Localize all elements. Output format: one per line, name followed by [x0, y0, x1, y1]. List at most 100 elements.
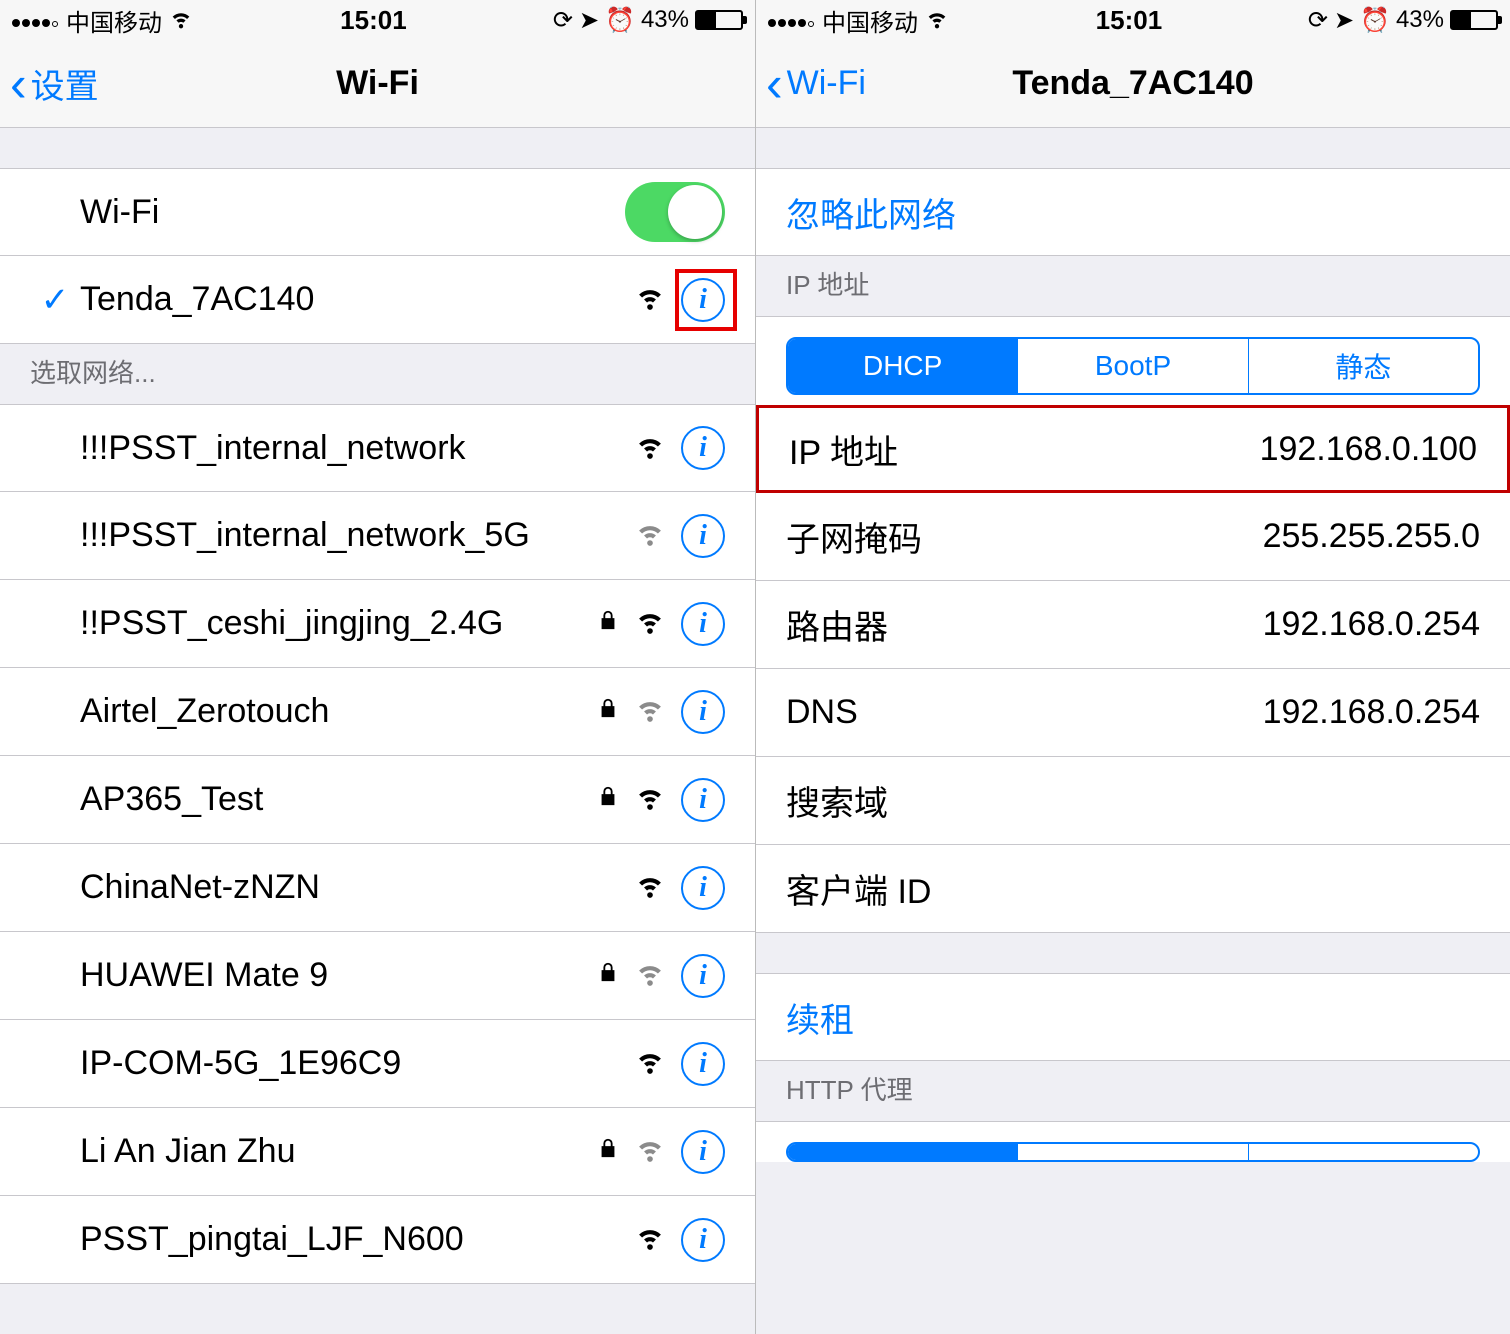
seg-static[interactable]: 静态 [1248, 339, 1478, 393]
lock-icon [597, 604, 619, 643]
wifi-signal-icon [633, 866, 667, 909]
info-icon[interactable]: i [681, 602, 725, 646]
wifi-signal-icon [633, 602, 667, 645]
battery-pct: 43% [1396, 6, 1444, 34]
page-title: Wi-Fi [336, 64, 419, 103]
network-name: AP365_Test [80, 780, 597, 819]
subnet-mask-label: 子网掩码 [786, 512, 1263, 561]
wifi-signal-icon [633, 778, 667, 821]
back-button[interactable]: ‹ Wi-Fi [766, 64, 866, 103]
info-icon[interactable]: i [681, 426, 725, 470]
nav-bar: ‹ 设置 Wi-Fi [0, 40, 755, 128]
lock-icon [597, 956, 619, 995]
info-icon[interactable]: i [681, 1130, 725, 1174]
carrier-label: 中国移动 [822, 3, 918, 38]
info-icon[interactable]: i [681, 778, 725, 822]
wifi-status-icon [168, 4, 194, 37]
seg-proxy-auto[interactable] [1248, 1144, 1478, 1160]
renew-lease-label: 续租 [786, 993, 1480, 1042]
info-icon[interactable]: i [681, 1218, 725, 1262]
info-icon[interactable]: i [681, 690, 725, 734]
wifi-detail-screen: 中国移动 15:01 ⟳ ➤ ⏰ 43% ‹ Wi-Fi Tenda_7AC14… [755, 0, 1510, 1334]
chevron-left-icon: ‹ [10, 69, 27, 99]
back-label: 设置 [31, 59, 99, 108]
network-row[interactable]: HUAWEI Mate 9 i [0, 932, 755, 1020]
clock: 15:01 [340, 5, 407, 36]
client-id-row[interactable]: 客户端 ID [756, 845, 1510, 933]
lock-icon [597, 692, 619, 731]
carrier-label: 中国移动 [66, 3, 162, 38]
info-icon[interactable]: i [681, 514, 725, 558]
dns-label: DNS [786, 693, 1263, 732]
wifi-signal-icon [633, 427, 667, 470]
info-icon[interactable]: i [681, 278, 725, 322]
renew-lease-row[interactable]: 续租 [756, 973, 1510, 1061]
chevron-left-icon: ‹ [766, 69, 783, 99]
network-row[interactable]: IP-COM-5G_1E96C9 i [0, 1020, 755, 1108]
forget-network-row[interactable]: 忽略此网络 [756, 168, 1510, 256]
network-row[interactable]: PSST_pingtai_LJF_N600 i [0, 1196, 755, 1284]
network-list: !!!PSST_internal_network i !!!PSST_inter… [0, 404, 755, 1334]
page-title: Tenda_7AC140 [1012, 64, 1253, 103]
lock-icon [597, 780, 619, 819]
seg-dhcp[interactable]: DHCP [788, 339, 1017, 393]
network-name: HUAWEI Mate 9 [80, 956, 597, 995]
network-row[interactable]: !!!PSST_internal_network_5G i [0, 492, 755, 580]
router-row[interactable]: 路由器 192.168.0.254 [756, 581, 1510, 669]
wifi-signal-icon [633, 1130, 667, 1173]
location-icon: ➤ [1334, 6, 1354, 35]
seg-bootp[interactable]: BootP [1017, 339, 1247, 393]
info-icon[interactable]: i [681, 866, 725, 910]
rotation-lock-icon: ⟳ [1308, 6, 1328, 35]
network-name: IP-COM-5G_1E96C9 [80, 1044, 633, 1083]
network-row[interactable]: ChinaNet-zNZN i [0, 844, 755, 932]
rotation-lock-icon: ⟳ [553, 6, 573, 35]
info-icon[interactable]: i [681, 1042, 725, 1086]
ip-address-row[interactable]: IP 地址 192.168.0.100 [756, 405, 1510, 493]
seg-proxy-manual[interactable] [1017, 1144, 1247, 1160]
lock-icon [597, 1132, 619, 1171]
wifi-status-icon [924, 4, 950, 37]
network-name: !!!PSST_internal_network [80, 429, 633, 468]
battery-icon [695, 10, 743, 30]
network-name: Airtel_Zerotouch [80, 692, 597, 731]
connected-network-row[interactable]: ✓ Tenda_7AC140 i [0, 256, 755, 344]
info-icon[interactable]: i [681, 954, 725, 998]
battery-pct: 43% [641, 6, 689, 34]
signal-dots-icon [12, 6, 60, 34]
subnet-mask-row[interactable]: 子网掩码 255.255.255.0 [756, 493, 1510, 581]
nav-bar: ‹ Wi-Fi Tenda_7AC140 [756, 40, 1510, 128]
wifi-toggle-row[interactable]: Wi-Fi [0, 168, 755, 256]
router-value: 192.168.0.254 [1263, 605, 1480, 644]
proxy-mode-segmented[interactable] [786, 1142, 1480, 1162]
wifi-switch[interactable] [625, 182, 725, 242]
forget-network-label: 忽略此网络 [786, 188, 1480, 237]
location-icon: ➤ [579, 6, 599, 35]
network-row[interactable]: Li An Jian Zhu i [0, 1108, 755, 1196]
search-domain-row[interactable]: 搜索域 [756, 757, 1510, 845]
network-row[interactable]: !!!PSST_internal_network i [0, 404, 755, 492]
alarm-icon: ⏰ [1360, 6, 1390, 35]
network-row[interactable]: AP365_Test i [0, 756, 755, 844]
dns-value: 192.168.0.254 [1263, 693, 1480, 732]
network-row[interactable]: !!PSST_ceshi_jingjing_2.4G i [0, 580, 755, 668]
wifi-toggle-label: Wi-Fi [80, 193, 625, 232]
client-id-label: 客户端 ID [786, 864, 1480, 913]
ip-section-header: IP 地址 [756, 256, 1510, 316]
ip-mode-segmented[interactable]: DHCP BootP 静态 [786, 337, 1480, 395]
alarm-icon: ⏰ [605, 6, 635, 35]
back-button[interactable]: ‹ 设置 [10, 59, 99, 108]
status-bar: 中国移动 15:01 ⟳ ➤ ⏰ 43% [756, 0, 1510, 40]
router-label: 路由器 [786, 600, 1263, 649]
dns-row[interactable]: DNS 192.168.0.254 [756, 669, 1510, 757]
seg-proxy-off[interactable] [788, 1144, 1017, 1160]
ip-address-value: 192.168.0.100 [1260, 430, 1477, 469]
wifi-signal-icon [633, 954, 667, 997]
battery-icon [1450, 10, 1498, 30]
network-row[interactable]: Airtel_Zerotouch i [0, 668, 755, 756]
signal-dots-icon [768, 6, 816, 34]
ip-address-label: IP 地址 [789, 425, 1260, 474]
clock: 15:01 [1096, 5, 1163, 36]
wifi-signal-icon [633, 1042, 667, 1085]
back-label: Wi-Fi [787, 64, 866, 103]
